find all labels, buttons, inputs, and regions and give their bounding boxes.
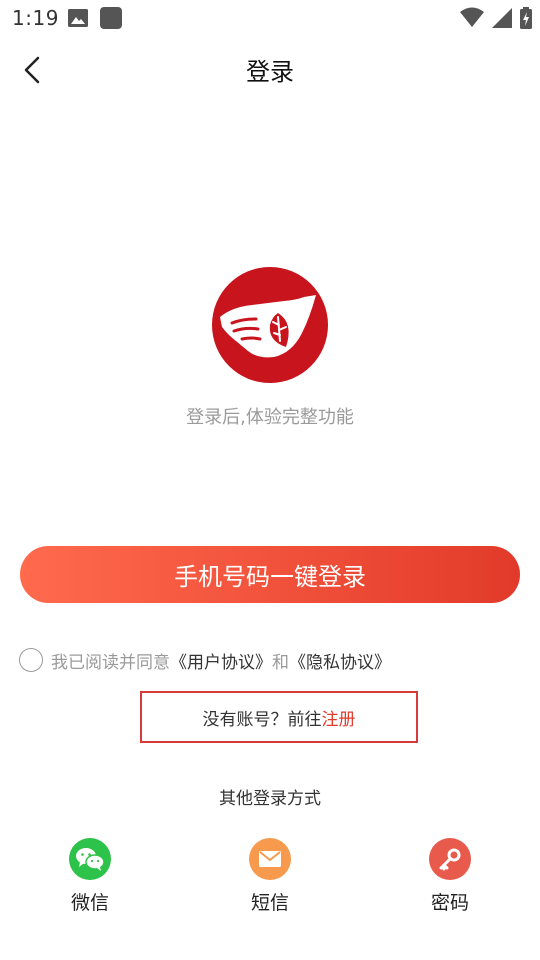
sms-login-option[interactable]: 短信 [225,838,315,915]
one-click-phone-login-button[interactable]: 手机号码一键登录 [20,546,520,603]
wechat-login-option[interactable]: 微信 [45,838,135,915]
wifi-icon [460,7,484,27]
wechat-label: 微信 [70,892,109,914]
status-bar: 1:19 [0,0,540,36]
battery-icon [520,7,532,29]
register-prompt: 没有账号？前往 注册 [140,691,418,743]
app-logo [212,267,328,383]
app-notification-icon [100,7,122,29]
password-login-option[interactable]: 密码 [405,838,495,915]
other-login-title: 其他登录方式 [219,789,321,809]
register-prompt-text: 没有账号？前往 [202,709,322,730]
agreement-checkbox[interactable] [19,648,43,672]
register-link[interactable]: 注册 [322,705,356,730]
password-label: 密码 [430,892,469,914]
status-time: 1:19 [12,6,59,30]
mail-icon [249,838,291,880]
signal-icon [492,8,512,28]
page-title: 登录 [246,58,294,86]
agreement-row: 我已阅读并同意 《用户协议》 和 《隐私协议》 [19,647,391,673]
slogan-text: 登录后,体验完整功能 [186,407,354,428]
key-icon [429,838,471,880]
user-agreement-link[interactable]: 《用户协议》 [170,648,272,673]
image-notification-icon [68,9,88,27]
wechat-icon [69,838,111,880]
privacy-policy-link[interactable]: 《隐私协议》 [289,648,391,673]
status-icons [460,6,532,30]
sms-label: 短信 [250,892,289,914]
agreement-prefix: 我已阅读并同意 [51,652,170,673]
one-click-login-label: 手机号码一键登录 [174,563,366,591]
agreement-and: 和 [272,652,289,673]
